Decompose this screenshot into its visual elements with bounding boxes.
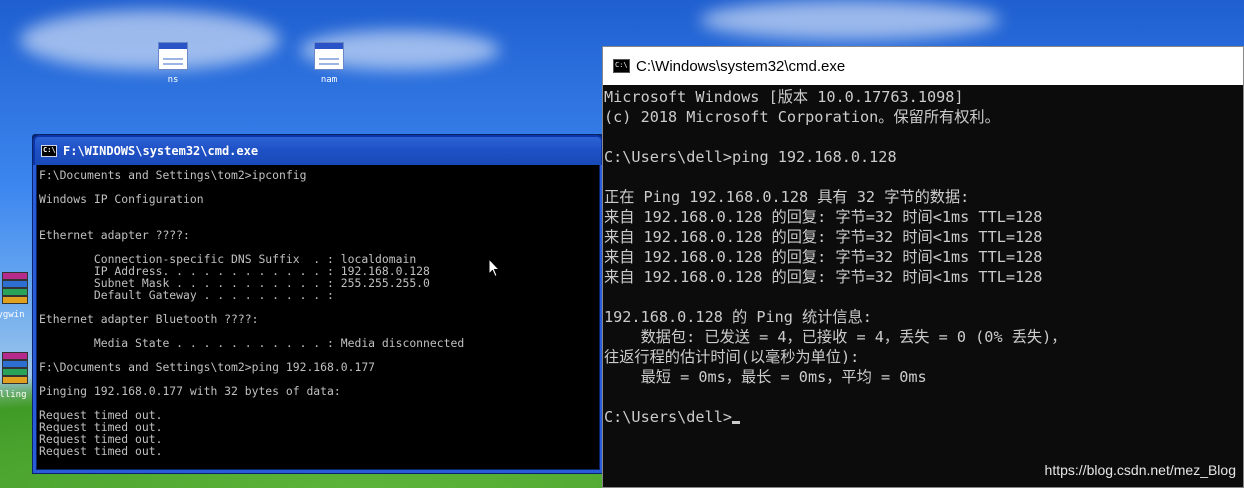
console-line: 来自 192.168.0.128 的回复: 字节=32 时间<1ms TTL=1…	[604, 208, 1043, 226]
xp-console-title: F:\WINDOWS\system32\cmd.exe	[63, 144, 259, 158]
console-line: Windows IP Configuration	[39, 192, 204, 206]
console-line: Default Gateway . . . . . . . . . :	[39, 288, 334, 302]
desktop-icon-cygwin[interactable]: cygwin	[0, 272, 30, 320]
console-line: 往返行程的估计时间(以毫秒为单位):	[604, 348, 860, 366]
console-line: 192.168.0.128 的 Ping 统计信息:	[604, 308, 872, 326]
console-line: 来自 192.168.0.128 的回复: 字节=32 时间<1ms TTL=1…	[604, 248, 1043, 266]
desktop-icon-label: ns	[167, 75, 179, 85]
desktop-icon-label: cygwin	[0, 310, 25, 320]
console-line: 来自 192.168.0.128 的回复: 字节=32 时间<1ms TTL=1…	[604, 228, 1043, 246]
console-line: 最短 = 0ms，最长 = 0ms，平均 = 0ms	[604, 368, 927, 386]
xp-console-output[interactable]: F:\Documents and Settings\tom2>ipconfig …	[37, 165, 599, 469]
console-app-icon	[158, 42, 188, 70]
console-line: 数据包: 已发送 = 4，已接收 = 4，丢失 = 0 (0% 丢失)，	[604, 328, 1067, 346]
console-line: 正在 Ping 192.168.0.128 具有 32 字节的数据:	[604, 188, 970, 206]
mouse-cursor-icon	[488, 258, 500, 278]
console-line: F:\Documents and Settings\tom2>ipconfig	[39, 168, 307, 182]
desktop-icon-ns[interactable]: ns	[148, 42, 198, 85]
console-line: Ethernet adapter ????:	[39, 228, 190, 242]
console-icon: C:\	[613, 59, 630, 73]
console-line: (c) 2018 Microsoft Corporation。保留所有权利。	[604, 108, 1000, 126]
desktop-icon-nam[interactable]: nam	[304, 42, 354, 85]
desktop-icon-label: nam	[320, 75, 338, 85]
console-line: Microsoft Windows [版本 10.0.17763.1098]	[604, 88, 964, 106]
win10-console-titlebar[interactable]: C:\ C:\Windows\system32\cmd.exe	[603, 47, 1243, 85]
desktop-icon-alling[interactable]: alling	[0, 352, 30, 400]
console-line: Request timed out.	[39, 444, 163, 458]
desktop-icon-label: alling	[0, 390, 27, 400]
winrar-archive-icon	[0, 272, 30, 304]
console-line: F:\Documents and Settings\tom2>ping 192.…	[39, 360, 376, 374]
sky-cloud	[700, 0, 1000, 40]
console-icon: C:\	[41, 145, 57, 157]
console-app-icon	[314, 42, 344, 70]
winrar-archive-icon	[0, 352, 30, 384]
console-line: 来自 192.168.0.128 的回复: 字节=32 时间<1ms TTL=1…	[604, 268, 1043, 286]
watermark: https://blog.csdn.net/mez_Blog	[1044, 462, 1236, 478]
xp-console-window[interactable]: C:\ F:\WINDOWS\system32\cmd.exe F:\Docum…	[32, 134, 604, 474]
xp-console-titlebar[interactable]: C:\ F:\WINDOWS\system32\cmd.exe	[33, 135, 603, 165]
console-line: Pinging 192.168.0.177 with 32 bytes of d…	[39, 384, 341, 398]
win10-console-title: C:\Windows\system32\cmd.exe	[636, 57, 846, 75]
console-line: C:\Users\dell>	[604, 407, 1242, 427]
win10-console-output[interactable]: Microsoft Windows [版本 10.0.17763.1098] (c…	[603, 86, 1243, 487]
console-line: Ethernet adapter Bluetooth ????:	[39, 312, 259, 326]
console-line: C:\Users\dell>ping 192.168.0.128	[604, 148, 897, 166]
win10-console-window[interactable]: C:\ C:\Windows\system32\cmd.exe Microsof…	[602, 46, 1244, 488]
text-cursor	[732, 421, 741, 424]
console-line: Media State . . . . . . . . . . . : Medi…	[39, 336, 465, 350]
